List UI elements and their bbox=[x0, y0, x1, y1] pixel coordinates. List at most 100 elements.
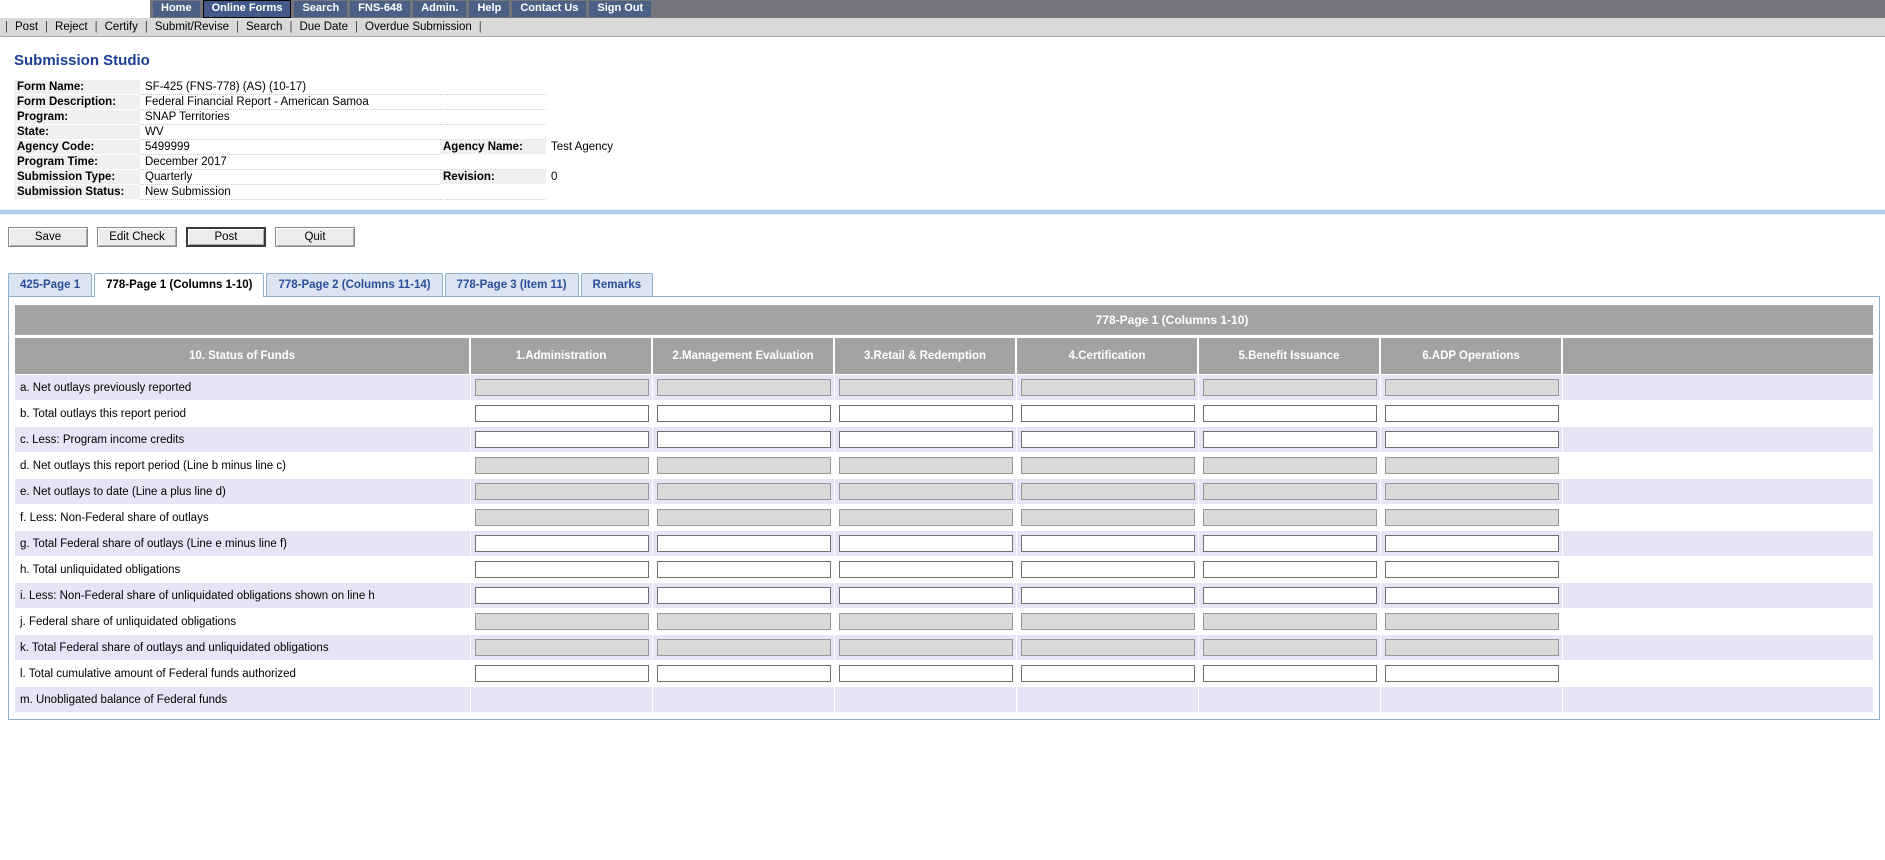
input-h-col2[interactable] bbox=[657, 561, 831, 578]
info-row: Form Name:SF-425 (FNS-778) (AS) (10-17) bbox=[14, 80, 734, 95]
input-g-col5[interactable] bbox=[1203, 535, 1377, 552]
nav-item-admin[interactable]: Admin. bbox=[413, 1, 466, 17]
grid-cell-a-col1 bbox=[471, 375, 653, 400]
tab-778-page-1-columns-1-10[interactable]: 778-Page 1 (Columns 1-10) bbox=[94, 273, 264, 297]
input-l-col3[interactable] bbox=[839, 665, 1013, 682]
subnav-item-submit-revise[interactable]: Submit/Revise bbox=[155, 21, 229, 33]
input-j-col5 bbox=[1203, 613, 1377, 630]
input-c-col1[interactable] bbox=[475, 431, 649, 448]
subnav-item-due-date[interactable]: Due Date bbox=[299, 21, 348, 33]
edit-check-button[interactable]: Edit Check bbox=[97, 227, 177, 247]
main-nav-items: HomeOnline FormsSearchFNS-648Admin.HelpC… bbox=[150, 0, 1885, 18]
input-h-col6[interactable] bbox=[1385, 561, 1559, 578]
grid-cell-c-col3 bbox=[835, 427, 1017, 452]
grid-cell-filler-c bbox=[1563, 427, 1873, 452]
grid-cell-filler-i bbox=[1563, 583, 1873, 608]
input-j-col4 bbox=[1021, 613, 1195, 630]
info-label-spacer bbox=[440, 95, 546, 110]
grid-cell-i-col4 bbox=[1017, 583, 1199, 608]
input-l-col4[interactable] bbox=[1021, 665, 1195, 682]
grid-cell-c-col5 bbox=[1199, 427, 1381, 452]
input-h-col4[interactable] bbox=[1021, 561, 1195, 578]
nav-item-sign-out[interactable]: Sign Out bbox=[589, 1, 651, 17]
input-b-col5[interactable] bbox=[1203, 405, 1377, 422]
tab-content: 778-Page 1 (Columns 1-10) 10. Status of … bbox=[8, 296, 1880, 720]
info-label-spacer bbox=[440, 125, 546, 140]
nav-item-contact-us[interactable]: Contact Us bbox=[512, 1, 586, 17]
grid-cell-d-col3 bbox=[835, 453, 1017, 478]
input-l-col2[interactable] bbox=[657, 665, 831, 682]
input-i-col6[interactable] bbox=[1385, 587, 1559, 604]
grid-cell-j-col4 bbox=[1017, 609, 1199, 634]
input-l-col6[interactable] bbox=[1385, 665, 1559, 682]
input-k-col4 bbox=[1021, 639, 1195, 656]
grid-row-j: j. Federal share of unliquidated obligat… bbox=[15, 608, 1873, 634]
subnav-item-post[interactable]: Post bbox=[15, 21, 38, 33]
post-button[interactable]: Post bbox=[186, 227, 266, 247]
input-b-col6[interactable] bbox=[1385, 405, 1559, 422]
row-label-g: g. Total Federal share of outlays (Line … bbox=[15, 531, 471, 556]
input-h-col3[interactable] bbox=[839, 561, 1013, 578]
input-i-col1[interactable] bbox=[475, 587, 649, 604]
info-row: Program Time:December 2017 bbox=[14, 155, 734, 170]
input-h-col5[interactable] bbox=[1203, 561, 1377, 578]
input-a-col2 bbox=[657, 379, 831, 396]
info-value-spacer bbox=[546, 110, 734, 125]
input-b-col3[interactable] bbox=[839, 405, 1013, 422]
grid-cell-j-col1 bbox=[471, 609, 653, 634]
subnav-item-overdue-submission[interactable]: Overdue Submission bbox=[365, 21, 472, 33]
info-label-state: State: bbox=[14, 125, 140, 140]
input-b-col2[interactable] bbox=[657, 405, 831, 422]
input-j-col3 bbox=[839, 613, 1013, 630]
input-l-col5[interactable] bbox=[1203, 665, 1377, 682]
grid-cell-d-col1 bbox=[471, 453, 653, 478]
input-b-col1[interactable] bbox=[475, 405, 649, 422]
subnav-item-reject[interactable]: Reject bbox=[55, 21, 88, 33]
grid-cell-b-col3 bbox=[835, 401, 1017, 426]
input-c-col2[interactable] bbox=[657, 431, 831, 448]
input-e-col1 bbox=[475, 483, 649, 500]
input-i-col5[interactable] bbox=[1203, 587, 1377, 604]
info-label-form-description: Form Description: bbox=[14, 95, 140, 110]
tab-778-page-3-item-11[interactable]: 778-Page 3 (Item 11) bbox=[445, 273, 579, 296]
input-h-col1[interactable] bbox=[475, 561, 649, 578]
subnav-item-certify[interactable]: Certify bbox=[105, 21, 138, 33]
input-c-col5[interactable] bbox=[1203, 431, 1377, 448]
input-c-col6[interactable] bbox=[1385, 431, 1559, 448]
info-value-form-description: Federal Financial Report - American Samo… bbox=[140, 95, 440, 110]
input-b-col4[interactable] bbox=[1021, 405, 1195, 422]
input-i-col2[interactable] bbox=[657, 587, 831, 604]
grid-cell-a-col6 bbox=[1381, 375, 1563, 400]
nav-item-home[interactable]: Home bbox=[153, 1, 200, 17]
tab-425-page-1[interactable]: 425-Page 1 bbox=[8, 273, 92, 296]
quit-button[interactable]: Quit bbox=[275, 227, 355, 247]
grid-cell-d-col6 bbox=[1381, 453, 1563, 478]
tab-778-page-2-columns-11-14[interactable]: 778-Page 2 (Columns 11-14) bbox=[266, 273, 442, 296]
grid-cell-f-col2 bbox=[653, 505, 835, 530]
input-g-col1[interactable] bbox=[475, 535, 649, 552]
nav-item-online-forms[interactable]: Online Forms bbox=[203, 0, 292, 18]
grid-cell-a-col3 bbox=[835, 375, 1017, 400]
save-button[interactable]: Save bbox=[8, 227, 88, 247]
nav-item-search[interactable]: Search bbox=[294, 1, 347, 17]
input-c-col4[interactable] bbox=[1021, 431, 1195, 448]
input-g-col4[interactable] bbox=[1021, 535, 1195, 552]
input-g-col6[interactable] bbox=[1385, 535, 1559, 552]
grid-cell-m-col4 bbox=[1017, 687, 1199, 712]
nav-item-fns-648[interactable]: FNS-648 bbox=[350, 1, 410, 17]
input-l-col1[interactable] bbox=[475, 665, 649, 682]
input-i-col3[interactable] bbox=[839, 587, 1013, 604]
input-c-col3[interactable] bbox=[839, 431, 1013, 448]
info-value-submission-type: Quarterly bbox=[140, 170, 440, 185]
info-value-program: SNAP Territories bbox=[140, 110, 440, 125]
grid-cell-a-col4 bbox=[1017, 375, 1199, 400]
grid-cell-filler-m bbox=[1563, 687, 1873, 712]
input-i-col4[interactable] bbox=[1021, 587, 1195, 604]
grid-cell-j-col3 bbox=[835, 609, 1017, 634]
subnav-item-search[interactable]: Search bbox=[246, 21, 282, 33]
nav-item-help[interactable]: Help bbox=[469, 1, 509, 17]
tab-remarks[interactable]: Remarks bbox=[581, 273, 654, 296]
separator: | bbox=[355, 21, 358, 33]
input-g-col3[interactable] bbox=[839, 535, 1013, 552]
input-g-col2[interactable] bbox=[657, 535, 831, 552]
